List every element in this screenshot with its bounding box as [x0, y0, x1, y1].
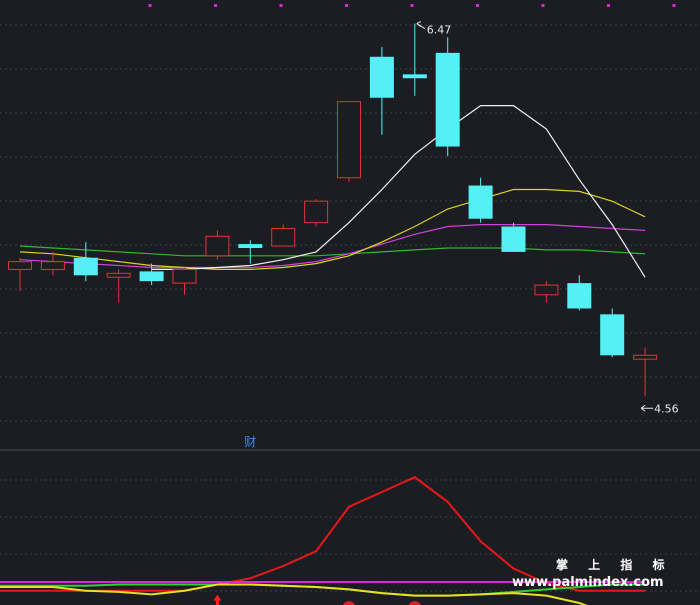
candle — [304, 199, 329, 227]
candle-body — [402, 74, 427, 79]
top-marker — [607, 4, 610, 7]
kline-chart: 6.47 4.56 财 — [0, 0, 700, 605]
candle-body — [534, 284, 559, 296]
top-marker — [148, 4, 152, 7]
event-marker-label[interactable]: 财 — [244, 435, 256, 449]
candle — [501, 222, 526, 252]
high-price-label: 6.47 — [427, 24, 452, 37]
candle-body — [40, 261, 65, 270]
candle — [337, 101, 361, 182]
candle — [435, 37, 460, 157]
top-marker — [476, 4, 479, 7]
candle — [600, 308, 625, 358]
candle-body — [337, 101, 361, 179]
candle-body — [369, 56, 394, 98]
top-marker — [672, 4, 676, 7]
candle-body — [633, 354, 658, 360]
candle-body — [205, 235, 230, 257]
candle-body — [501, 226, 526, 252]
top-marker — [279, 4, 283, 7]
top-marker — [541, 4, 545, 7]
top-marker — [410, 4, 414, 7]
candle-body — [304, 200, 329, 224]
candle-body — [600, 314, 625, 356]
candle-body — [468, 185, 493, 219]
candle-body — [172, 268, 197, 284]
candle-body — [139, 271, 164, 282]
low-price-label: 4.56 — [654, 402, 679, 415]
chart-background — [0, 0, 700, 605]
candle-body — [567, 283, 592, 309]
top-marker — [214, 4, 217, 7]
candle-body — [8, 261, 32, 270]
candle-body — [435, 52, 460, 147]
candle-body — [271, 227, 296, 247]
top-marker — [345, 4, 348, 7]
candle-body — [106, 272, 131, 278]
candle-body — [73, 257, 98, 276]
candle-body — [238, 244, 263, 248]
